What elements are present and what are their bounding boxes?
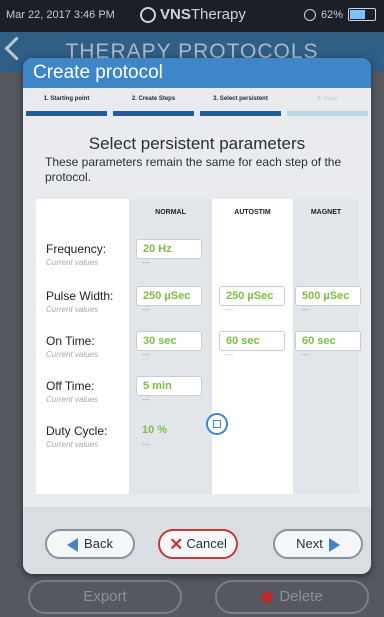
row-label: On Time: bbox=[46, 334, 95, 348]
battery-indicator: 62% bbox=[303, 8, 376, 21]
on-time-autostim-current: --- bbox=[225, 350, 233, 359]
step-label: 2. Create Steps bbox=[131, 96, 176, 102]
cancel-button[interactable]: ✕ Cancel bbox=[158, 529, 238, 559]
on-time-normal-current: --- bbox=[142, 350, 150, 359]
pulse-width-normal-field[interactable]: 250 µSec bbox=[136, 286, 202, 306]
row-label: Duty Cycle: bbox=[46, 424, 108, 438]
pulse-width-magnet-current: --- bbox=[301, 305, 309, 314]
battery-fill bbox=[350, 10, 365, 19]
close-icon: ✕ bbox=[169, 534, 184, 554]
back-button[interactable]: Back bbox=[45, 529, 135, 559]
frequency-normal-current: --- bbox=[142, 258, 150, 267]
battery-percent: 62% bbox=[320, 8, 343, 21]
row-duty-cycle: Duty Cycle: Current values 10 % --- bbox=[36, 413, 359, 459]
export-button: Export bbox=[28, 580, 182, 614]
pulse-width-autostim-current: --- bbox=[225, 305, 233, 314]
row-pulse-width: Pulse Width: Current values 250 µSec 250… bbox=[36, 282, 361, 324]
step-label: 1. Starting point bbox=[43, 96, 90, 102]
dialog-title: Create protocol bbox=[23, 58, 371, 88]
duty-cycle-normal-value: 10 % bbox=[142, 424, 168, 436]
on-time-normal-field[interactable]: 30 sec bbox=[136, 331, 202, 351]
next-arrow-icon bbox=[328, 537, 340, 552]
current-values-label: Current values bbox=[46, 395, 99, 404]
row-label: Frequency: bbox=[46, 242, 107, 256]
step-indicator bbox=[287, 111, 368, 116]
status-bar: Mar 22, 2017 3:46 PM VNSTherapy 62% bbox=[0, 0, 384, 32]
row-frequency: Frequency: Current values 20 Hz --- bbox=[36, 235, 359, 277]
column-header-normal: NORMAL bbox=[155, 209, 186, 216]
current-values-label: Current values bbox=[46, 440, 99, 449]
row-off-time: Off Time: Current values 5 min --- bbox=[36, 372, 359, 414]
calculator-glyph bbox=[213, 420, 221, 428]
section-description: These parameters remain the same for eac… bbox=[45, 155, 342, 184]
parameters-table: NORMAL AUTOSTIM MAGNET Frequency: Curren… bbox=[36, 199, 361, 494]
column-header-autostim: AUTOSTIM bbox=[234, 209, 271, 216]
on-time-magnet-current: --- bbox=[301, 350, 309, 359]
pulse-width-magnet-field[interactable]: 500 µSec bbox=[295, 286, 361, 306]
pulse-width-autostim-field[interactable]: 250 µSec bbox=[219, 286, 285, 306]
row-on-time: On Time: Current values 30 sec 60 sec 60… bbox=[36, 327, 361, 369]
back-label: Back bbox=[84, 536, 113, 551]
off-time-normal-field[interactable]: 5 min bbox=[136, 376, 202, 396]
on-time-autostim-field[interactable]: 60 sec bbox=[219, 331, 285, 351]
step-create-steps: 2. Create Steps bbox=[110, 96, 197, 116]
dialog-footer: Back ✕ Cancel Next bbox=[23, 507, 371, 574]
step-label: 3. Select persistent bbox=[213, 96, 268, 102]
brand-thin: Therapy bbox=[190, 6, 246, 23]
step-indicator bbox=[113, 111, 194, 116]
step-indicator bbox=[26, 111, 107, 116]
on-time-magnet-field[interactable]: 60 sec bbox=[295, 331, 361, 351]
current-values-label: Current values bbox=[46, 350, 99, 359]
wizard-steps: 1. Starting point 2. Create Steps 3. Sel… bbox=[23, 96, 371, 116]
pulse-width-normal-current: --- bbox=[142, 305, 150, 314]
column-header-magnet: MAGNET bbox=[310, 209, 342, 216]
export-label: Export bbox=[83, 588, 127, 605]
create-protocol-dialog: Create protocol 1. Starting point 2. Cre… bbox=[23, 58, 371, 574]
vns-logo-icon bbox=[140, 7, 156, 24]
step-label: 4. Save bbox=[317, 96, 338, 102]
off-time-normal-current: --- bbox=[142, 395, 150, 404]
brand-bold: VNS bbox=[160, 6, 191, 23]
back-arrow-icon bbox=[67, 537, 79, 552]
current-values-label: Current values bbox=[46, 305, 99, 314]
current-values-label: Current values bbox=[46, 258, 99, 267]
duty-cycle-normal-current: --- bbox=[142, 440, 150, 449]
battery-icon bbox=[348, 8, 376, 21]
step-select-persistent: 3. Select persistent bbox=[197, 96, 284, 116]
section-heading: Select persistent parameters bbox=[88, 134, 306, 153]
step-starting-point: 1. Starting point bbox=[23, 96, 110, 116]
calculator-icon[interactable] bbox=[206, 413, 228, 435]
delete-label: Delete bbox=[279, 588, 323, 605]
cancel-label: Cancel bbox=[186, 536, 227, 551]
row-label: Pulse Width: bbox=[46, 289, 114, 303]
step-indicator bbox=[200, 111, 281, 116]
frequency-normal-field[interactable]: 20 Hz bbox=[136, 239, 202, 259]
next-button[interactable]: Next bbox=[273, 529, 363, 559]
step-save: 4. Save bbox=[284, 96, 371, 116]
delete-button: Delete bbox=[215, 580, 369, 614]
bluetooth-icon bbox=[303, 8, 316, 21]
trash-icon bbox=[261, 591, 274, 604]
row-label: Off Time: bbox=[46, 379, 95, 393]
next-label: Next bbox=[296, 536, 323, 551]
app-brand: VNSTherapy bbox=[140, 6, 246, 24]
status-time: Mar 22, 2017 3:46 PM bbox=[6, 9, 115, 21]
